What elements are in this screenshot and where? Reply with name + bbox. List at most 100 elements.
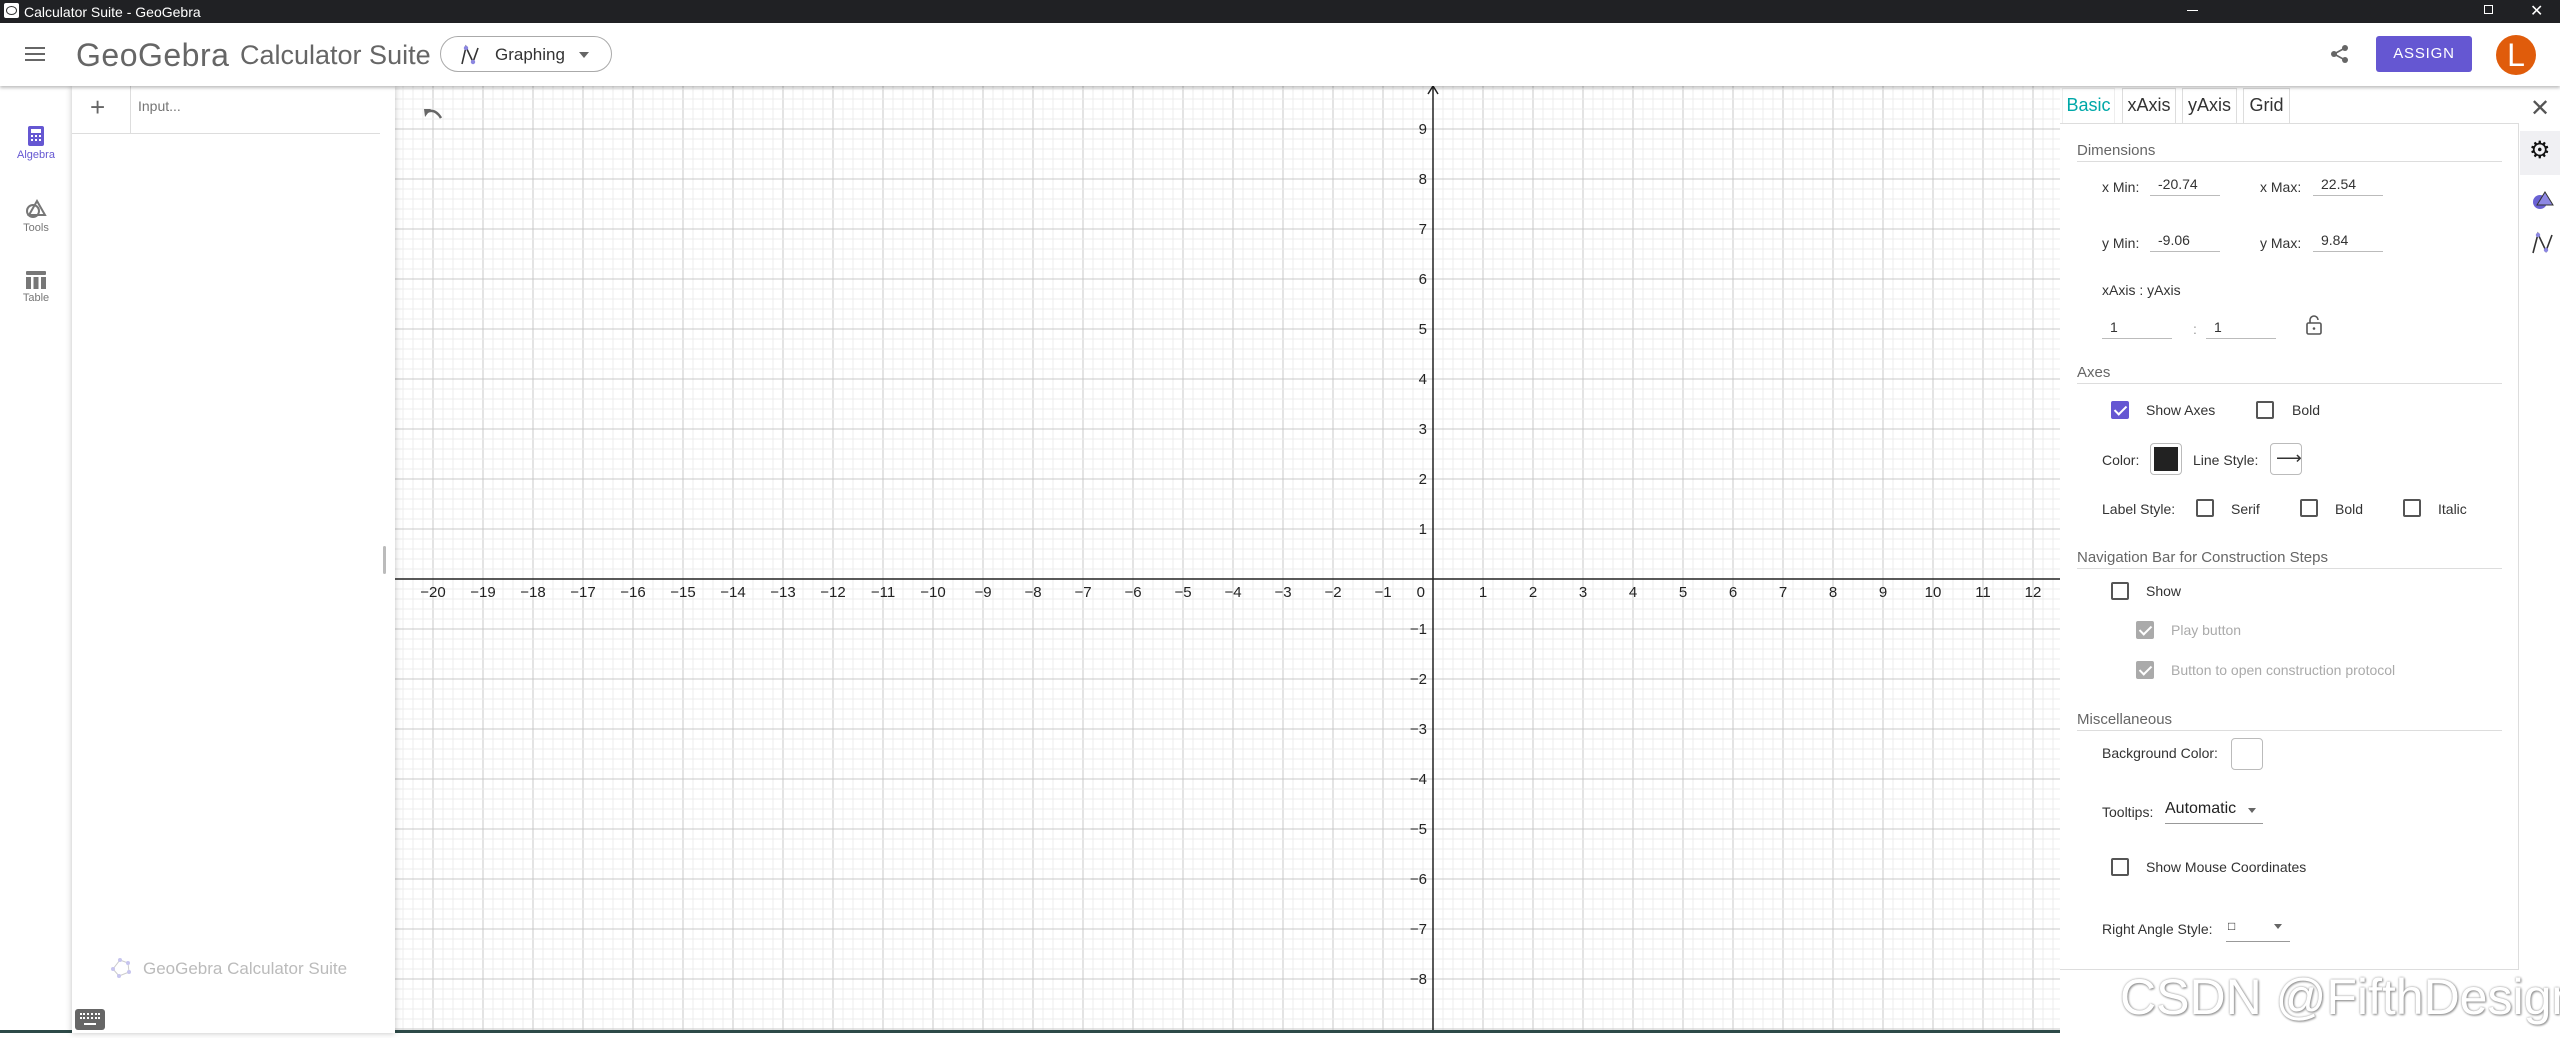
tooltips-value: Automatic: [2165, 800, 2237, 817]
background-color-button[interactable]: [2231, 738, 2263, 770]
menu-icon[interactable]: [25, 47, 45, 61]
serif-checkbox[interactable]: [2196, 499, 2214, 517]
ymax-label: y Max:: [2260, 235, 2302, 251]
xmin-input[interactable]: -20.74: [2150, 176, 2220, 196]
x-tick-label: −15: [670, 584, 695, 601]
share-icon[interactable]: [2330, 44, 2350, 64]
ymin-input[interactable]: -9.06: [2150, 232, 2220, 252]
section-dimensions: Dimensions: [2077, 142, 2502, 162]
y-tick-label: −4: [1410, 771, 1427, 788]
tab-xaxis[interactable]: xAxis: [2122, 88, 2176, 123]
x-tick-label: 8: [1829, 584, 1837, 601]
nav-label: Table: [22, 292, 50, 304]
avatar[interactable]: L: [2496, 35, 2536, 75]
gear-icon: ⚙: [2529, 137, 2551, 164]
italic-label: Italic: [2438, 501, 2467, 517]
section-miscellaneous: Miscellaneous: [2077, 711, 2502, 731]
background-color-label: Background Color:: [2102, 745, 2218, 761]
show-mouse-coordinates-label: Show Mouse Coordinates: [2146, 859, 2307, 875]
lock-open-icon[interactable]: [2306, 315, 2322, 335]
serif-label: Serif: [2231, 501, 2260, 517]
y-tick-label: −1: [1410, 621, 1427, 638]
nav-item-tools[interactable]: Tools: [0, 198, 72, 234]
y-tick-label: 9: [1419, 121, 1427, 138]
show-mouse-coordinates-checkbox[interactable]: [2111, 858, 2129, 876]
x-tick-label: −19: [470, 584, 495, 601]
x-tick-label: −5: [1174, 584, 1191, 601]
show-axes-label: Show Axes: [2146, 402, 2216, 418]
nav-item-algebra[interactable]: Algebra: [0, 126, 72, 161]
x-tick-label: −4: [1224, 584, 1241, 601]
x-tick-label: 2: [1529, 584, 1537, 601]
x-tick-label: 3: [1579, 584, 1587, 601]
tab-grid[interactable]: Grid: [2243, 88, 2290, 123]
algebra-input-row: +: [72, 86, 380, 134]
table-icon: [26, 271, 46, 289]
graphing-settings-icon[interactable]: [2532, 231, 2554, 255]
right-angle-value: □: [2228, 919, 2236, 933]
keyboard-icon[interactable]: [75, 1009, 105, 1030]
x-tick-label: −8: [1024, 584, 1041, 601]
window-titlebar: Calculator Suite - GeoGebra ✕: [0, 0, 2560, 23]
origin-label: 0: [1417, 584, 1425, 601]
x-tick-label: −3: [1274, 584, 1291, 601]
objects-icon[interactable]: [2532, 190, 2554, 210]
x-tick-label: −11: [871, 584, 895, 601]
settings-gear-tab[interactable]: ⚙: [2520, 131, 2560, 175]
nav-item-table[interactable]: Table: [0, 271, 72, 304]
algebra-input[interactable]: [138, 98, 368, 114]
x-tick-label: 7: [1779, 584, 1787, 601]
protocol-button-checkbox: [2136, 661, 2154, 679]
xmax-input[interactable]: 22.54: [2313, 176, 2383, 196]
show-navbar-checkbox[interactable]: [2111, 582, 2129, 600]
y-tick-label: −2: [1410, 671, 1427, 688]
x-tick-label: −7: [1074, 584, 1091, 601]
tooltips-dropdown[interactable]: Automatic: [2165, 796, 2263, 824]
color-label: Color:: [2102, 452, 2140, 468]
y-tick-label: 6: [1419, 271, 1427, 288]
bold-axes-checkbox[interactable]: [2256, 401, 2274, 419]
footer-label: GeoGebra Calculator Suite: [143, 959, 348, 978]
x-tick-label: 6: [1729, 584, 1737, 601]
xmax-label: x Max:: [2260, 179, 2302, 195]
line-style-button[interactable]: ⟶: [2270, 443, 2302, 475]
undo-icon[interactable]: [423, 106, 445, 124]
x-tick-label: 12: [2025, 584, 2042, 601]
close-icon[interactable]: ✕: [2530, 94, 2550, 123]
close-window-button[interactable]: ✕: [2530, 1, 2543, 21]
app-switcher-dropdown[interactable]: Graphing: [440, 36, 612, 72]
ratio-label: xAxis : yAxis: [2102, 282, 2181, 298]
x-tick-label: −16: [620, 584, 645, 601]
resize-handle[interactable]: [383, 546, 386, 574]
x-tick-label: 5: [1679, 584, 1687, 601]
minimize-button[interactable]: [2187, 10, 2198, 11]
ratio-x-input[interactable]: 1: [2102, 319, 2172, 339]
chevron-down-icon: [579, 52, 589, 63]
window-title: Calculator Suite - GeoGebra: [24, 4, 201, 20]
label-bold-checkbox[interactable]: [2300, 499, 2318, 517]
show-axes-checkbox[interactable]: [2111, 401, 2129, 419]
geogebra-logo[interactable]: GeoGebra: [76, 37, 229, 74]
x-tick-label: 10: [1925, 584, 1942, 601]
y-tick-label: 4: [1419, 371, 1427, 388]
tab-yaxis[interactable]: yAxis: [2182, 88, 2237, 123]
restore-button[interactable]: [2484, 5, 2493, 14]
app-name: Calculator Suite: [240, 40, 431, 70]
x-tick-label: −12: [820, 584, 845, 601]
x-tick-label: −1: [1374, 584, 1391, 601]
assign-button[interactable]: ASSIGN: [2376, 36, 2472, 72]
app-header: GeoGebra Calculator Suite Graphing ASSIG…: [0, 23, 2560, 86]
right-angle-style-dropdown[interactable]: □: [2226, 914, 2290, 942]
side-nav: Algebra Tools Table: [0, 86, 72, 1033]
add-icon[interactable]: +: [90, 92, 105, 123]
algebra-panel: + GeoGebra Calculator Suite: [72, 86, 395, 1033]
ratio-y-input[interactable]: 1: [2206, 319, 2276, 339]
italic-checkbox[interactable]: [2403, 499, 2421, 517]
ymax-input[interactable]: 9.84: [2313, 232, 2383, 252]
section-navigation-bar: Navigation Bar for Construction Steps: [2077, 549, 2502, 569]
tab-basic[interactable]: Basic: [2062, 88, 2115, 123]
play-button-checkbox: [2136, 621, 2154, 639]
nav-label: Tools: [23, 222, 49, 234]
axis-color-button[interactable]: [2150, 443, 2182, 475]
play-button-label: Play button: [2171, 622, 2242, 638]
